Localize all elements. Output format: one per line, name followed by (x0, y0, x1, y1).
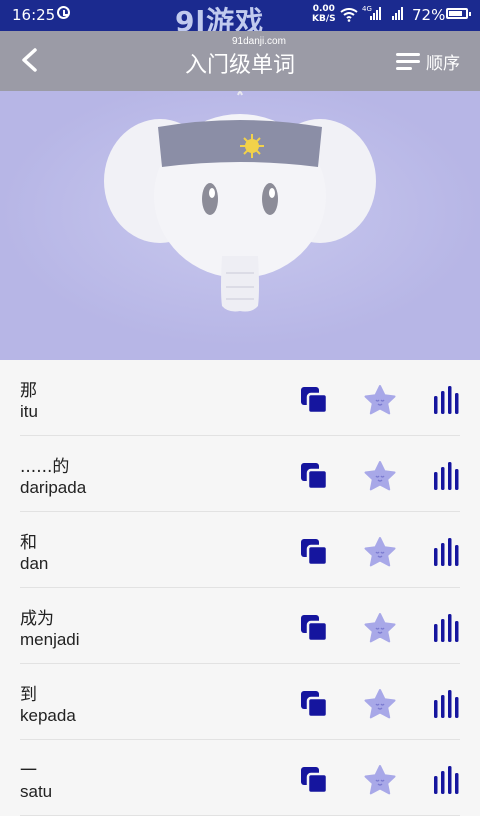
flashcard-icon[interactable] (298, 612, 330, 644)
sort-lines-icon (396, 52, 422, 72)
favorite-star-icon[interactable] (364, 764, 396, 796)
stats-bars-icon[interactable] (431, 612, 463, 644)
wifi-icon (340, 8, 358, 22)
hero-banner (0, 91, 480, 360)
word-chinese: 那 (20, 381, 37, 401)
status-time: 16:25 (12, 6, 56, 24)
favorite-star-icon[interactable] (364, 612, 396, 644)
flashcard-icon[interactable] (298, 536, 330, 568)
network-speed-value: 0.00 (312, 4, 335, 14)
stats-bars-icon[interactable] (431, 384, 463, 416)
word-list: 那 itu ......的 daripada 和 dan 成为 menjadi … (0, 360, 480, 816)
stats-bars-icon[interactable] (431, 688, 463, 720)
word-row[interactable]: 到 kepada (0, 664, 480, 740)
word-row[interactable]: 和 dan (0, 512, 480, 588)
signal-tag: 4G (362, 5, 372, 13)
word-row[interactable]: 那 itu (0, 360, 480, 436)
elephant-mascot-illustration (0, 91, 480, 360)
word-chinese: ......的 (20, 457, 70, 477)
stats-bars-icon[interactable] (431, 764, 463, 796)
word-chinese: 和 (20, 533, 37, 553)
word-malay: satu (20, 782, 53, 801)
watermark-url: 91danji.com (232, 36, 286, 47)
favorite-star-icon[interactable] (364, 536, 396, 568)
favorite-star-icon[interactable] (364, 384, 396, 416)
word-malay: menjadi (20, 630, 80, 649)
word-chinese: 到 (20, 685, 37, 705)
stats-bars-icon[interactable] (431, 536, 463, 568)
word-malay: dan (20, 554, 49, 573)
signal-icon (392, 7, 403, 20)
word-malay: itu (20, 402, 38, 421)
favorite-star-icon[interactable] (364, 460, 396, 492)
flashcard-icon[interactable] (298, 460, 330, 492)
word-chinese: 成为 (20, 609, 54, 629)
word-malay: kepada (20, 706, 76, 725)
flashcard-icon[interactable] (298, 764, 330, 796)
flashcard-icon[interactable] (298, 384, 330, 416)
app-bar: 入门级单词 顺序 91danji.com (0, 31, 480, 91)
signal-4g-icon: 4G (362, 5, 381, 20)
alarm-icon (57, 6, 70, 19)
flashcard-icon[interactable] (298, 688, 330, 720)
word-row[interactable]: 一 satu (0, 740, 480, 816)
sort-order-label: 顺序 (426, 54, 460, 74)
battery-percent: 72% (412, 6, 446, 24)
battery-icon (446, 8, 471, 19)
word-malay: daripada (20, 478, 87, 497)
status-bar: 16:25 9l游戏 0.00 KB/S 4G 72% (0, 0, 480, 38)
sort-order-button[interactable]: 顺序 (396, 49, 460, 74)
network-speed-unit: KB/S (312, 14, 336, 24)
stats-bars-icon[interactable] (431, 460, 463, 492)
word-row[interactable]: 成为 menjadi (0, 588, 480, 664)
favorite-star-icon[interactable] (364, 688, 396, 720)
network-speed: 0.00 KB/S (312, 4, 336, 24)
word-chinese: 一 (20, 761, 37, 781)
word-row[interactable]: ......的 daripada (0, 436, 480, 512)
